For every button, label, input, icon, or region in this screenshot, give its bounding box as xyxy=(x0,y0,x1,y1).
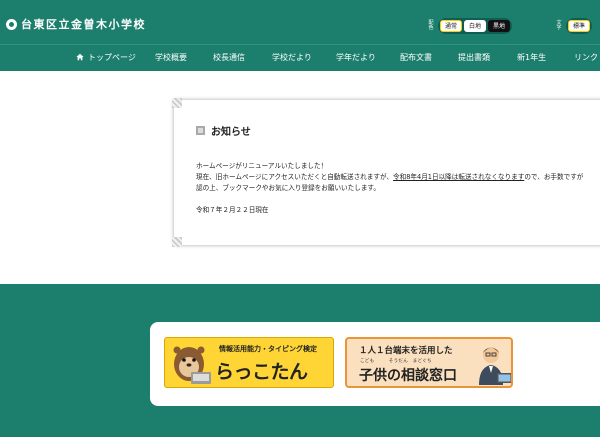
consultation-subtitle: １人１台端末を活用した xyxy=(359,346,453,356)
school-emblem-icon xyxy=(6,18,17,30)
color-normal-button[interactable]: 通常 xyxy=(440,20,463,32)
notice-text: 現在、旧ホームページにアクセスいただくと自動転送されますが、 xyxy=(196,173,394,181)
notice-line: 認の上、ブックマークやお気に入り登録をお願いいたします。 xyxy=(196,184,380,192)
panel-corner-decoration xyxy=(172,98,182,108)
color-black-button[interactable]: 黒地 xyxy=(488,20,511,32)
rakkotan-banner[interactable]: 情報活用能力・タイピング検定 らっこたん xyxy=(164,337,334,388)
nav-item-documents[interactable]: 配布文書 xyxy=(400,45,432,71)
notice-heading: お知らせ xyxy=(196,123,251,138)
global-nav: トップページ 学校概要 校長通信 学校だより 学年だより 配布文書 提出書類 新… xyxy=(0,44,600,71)
notice-text: ので、お手数ですが xyxy=(524,173,584,181)
color-scheme-control: 配色 通常 白地 黒地 xyxy=(427,17,513,35)
school-logo[interactable]: 台東区立金曽木小学校 xyxy=(6,17,146,31)
banner-section: 情報活用能力・タイピング検定 らっこたん １人１台端末を活用した こども そうだ… xyxy=(0,284,600,437)
nav-item-grade-news[interactable]: 学年だより xyxy=(336,45,376,71)
color-scheme-label: 配色 xyxy=(428,19,434,31)
nav-item-school-news[interactable]: 学校だより xyxy=(272,45,312,71)
nav-item-links[interactable]: リンク xyxy=(574,45,598,71)
teacher-illustration-icon xyxy=(479,347,511,385)
notice-emphasis-text: 令和8年4月1日以降は転送されなくなります xyxy=(393,173,525,181)
home-icon xyxy=(76,53,84,61)
font-size-label: 文字 xyxy=(556,19,562,31)
nav-item-first-grade[interactable]: 新1年生 xyxy=(517,45,546,71)
notice-title: お知らせ xyxy=(211,127,251,138)
nav-item-top[interactable]: トップページ xyxy=(76,45,136,71)
otter-mascot-icon xyxy=(173,346,211,384)
site-header: 台東区立金曽木小学校 配色 通常 白地 黒地 文字 標準 xyxy=(0,0,600,44)
nav-item-forms[interactable]: 提出書類 xyxy=(458,45,490,71)
consultation-ruby: こども そうだん まどぐち xyxy=(360,359,432,364)
rakkotan-title: らっこたん xyxy=(215,361,308,383)
notice-line: 現在、旧ホームページにアクセスいただくと自動転送されますが、令和8年4月1日以降… xyxy=(196,172,600,183)
color-white-button[interactable]: 白地 xyxy=(464,20,487,32)
consultation-banner[interactable]: １人１台端末を活用した こども そうだん まどぐち 子供の相談窓口 xyxy=(345,337,513,388)
nav-item-about[interactable]: 学校概要 xyxy=(155,45,187,71)
panel-corner-decoration xyxy=(172,237,182,247)
font-size-options: 標準 xyxy=(566,18,593,34)
notice-panel: お知らせ ホームページがリニューアルいたしました！ 現在、旧ホームページにアクセ… xyxy=(172,98,600,247)
notice-body: ホームページがリニューアルいたしました！ 現在、旧ホームページにアクセスいただく… xyxy=(196,161,600,216)
font-size-control: 文字 標準 xyxy=(555,17,593,35)
notice-line: ホームページがリニューアルいたしました！ xyxy=(196,162,328,170)
nav-item-label: トップページ xyxy=(88,53,136,62)
consultation-title: 子供の相談窓口 xyxy=(359,368,457,384)
nav-item-principal[interactable]: 校長通信 xyxy=(213,45,245,71)
banner-card: 情報活用能力・タイピング検定 らっこたん １人１台端末を活用した こども そうだ… xyxy=(150,322,600,406)
color-scheme-options: 通常 白地 黒地 xyxy=(438,18,513,34)
rakkotan-subtitle: 情報活用能力・タイピング検定 xyxy=(219,345,317,353)
font-standard-button[interactable]: 標準 xyxy=(568,20,591,32)
square-bullet-icon xyxy=(196,126,205,135)
notice-date: 令和７年２月２２日現在 xyxy=(196,206,269,214)
school-name: 台東区立金曽木小学校 xyxy=(21,18,146,31)
